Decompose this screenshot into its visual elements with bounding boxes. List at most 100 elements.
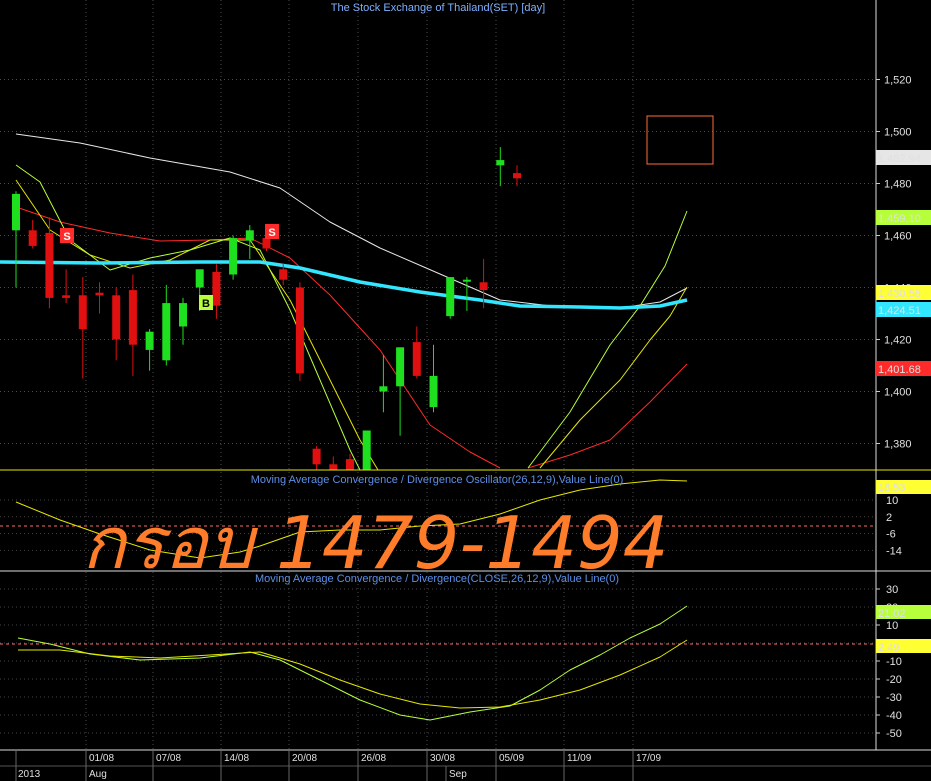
candle-body (362, 430, 371, 470)
candle (162, 284, 171, 366)
osc-tick-label: -14 (886, 545, 902, 557)
candle (362, 430, 371, 470)
candle (245, 225, 254, 259)
macd-value-label: 2.49 (878, 642, 899, 654)
grid-lines (0, 0, 876, 750)
price-value-label: 1,430.56 (878, 288, 921, 300)
signal-label: S (268, 227, 275, 239)
candle (513, 165, 521, 187)
overlay-annotation: กรอบ 1479-1494 (82, 501, 669, 585)
candle (212, 264, 221, 319)
candle (28, 219, 37, 249)
candle-body (78, 295, 87, 330)
candle-body (112, 295, 121, 340)
osc-panel-title: Moving Average Convergence / Divergence … (251, 474, 624, 486)
candle (462, 277, 471, 311)
candle-body (179, 303, 187, 327)
ma-short-yellow-2 (539, 286, 688, 469)
candle-body (429, 375, 438, 408)
price-value-label: 1,424.51 (878, 305, 921, 317)
forecast-box (646, 115, 714, 165)
candle (179, 297, 187, 345)
candle (396, 347, 405, 436)
stock-chart: SSB 1,5201,5001,4801,4601,4401,4201,4001… (0, 0, 931, 781)
candle (229, 235, 238, 280)
osc-tick-label: 2 (886, 512, 892, 524)
date-tick-label: 20/08 (292, 753, 317, 764)
price-value-label: 1,401.68 (878, 364, 921, 376)
ma-long-white (15, 133, 688, 309)
candle-body (145, 331, 154, 350)
signal-line (18, 639, 688, 709)
osc-tick-label: -6 (886, 529, 896, 541)
candle-body (379, 386, 388, 392)
candle (496, 147, 505, 187)
candle (12, 191, 20, 288)
candle (379, 355, 388, 413)
macd-tick-label: -40 (886, 710, 902, 722)
month-label: Aug (89, 769, 107, 780)
candle-body (128, 290, 137, 345)
date-tick-label: 17/09 (636, 753, 661, 764)
candle-body (245, 230, 254, 241)
candle (128, 274, 137, 376)
candle-body (95, 292, 104, 296)
price-value-label: 1,459.10 (878, 213, 921, 225)
date-tick-label: 26/08 (361, 753, 386, 764)
candle-body (229, 238, 238, 275)
ma-mid-red-2 (527, 363, 688, 469)
candle-body (45, 232, 54, 298)
candle (145, 329, 154, 371)
candle-body (312, 448, 321, 465)
candle-body (513, 173, 521, 179)
macd-tick-label: 30 (886, 584, 898, 596)
candle (329, 456, 338, 470)
candle-body (346, 459, 354, 470)
moving-average-lines (0, 133, 688, 471)
candle-body (412, 342, 421, 376)
price-tick-label: 1,380 (884, 439, 912, 451)
date-tick-label: 30/08 (430, 753, 455, 764)
candle-body (162, 303, 171, 361)
value-axis: 1,5201,5001,4801,4601,4401,4201,4001,380… (876, 75, 931, 740)
candlesticks (12, 147, 521, 470)
macd-tick-label: -20 (886, 674, 902, 686)
price-tick-label: 1,500 (884, 127, 912, 139)
candle-body (28, 230, 37, 246)
date-tick-label: 11/09 (567, 753, 592, 764)
macd-value-label: 21.02 (878, 608, 906, 620)
candle (112, 287, 121, 361)
ma-fast-green-2 (527, 210, 688, 469)
ma-short-yellow (15, 179, 379, 471)
year-label: 2013 (18, 769, 41, 780)
macd-line (17, 605, 688, 721)
signal-label: S (63, 231, 70, 243)
candle-body (479, 282, 488, 291)
osc-value-label: 18.53 (878, 482, 906, 494)
macd-tick-label: 10 (886, 620, 898, 632)
ma-trend-cyan (0, 260, 688, 310)
candle-body (462, 279, 471, 282)
candle-body (329, 464, 338, 470)
macd-panel (17, 605, 688, 721)
candle (312, 446, 321, 470)
candle (446, 277, 455, 319)
osc-tick-label: 10 (886, 495, 898, 507)
candle-body (396, 347, 405, 387)
price-value-label: 1,482.94 (878, 153, 921, 165)
price-tick-label: 1,400 (884, 387, 912, 399)
ma-fast-green (15, 164, 361, 471)
candle-body (62, 295, 71, 298)
candle-body (496, 160, 505, 166)
candle (62, 269, 71, 304)
macd-tick-label: -50 (886, 728, 902, 740)
candle-body (446, 277, 455, 317)
panel-frames (0, 0, 931, 767)
macd-tick-label: -30 (886, 692, 902, 704)
date-tick-label: 01/08 (89, 753, 114, 764)
chart-title: The Stock Exchange of Thailand(SET) [day… (331, 2, 545, 14)
candle-body (262, 238, 271, 249)
macd-tick-label: -10 (886, 656, 902, 668)
date-tick-label: 14/08 (224, 753, 249, 764)
date-tick-label: 05/09 (499, 753, 524, 764)
